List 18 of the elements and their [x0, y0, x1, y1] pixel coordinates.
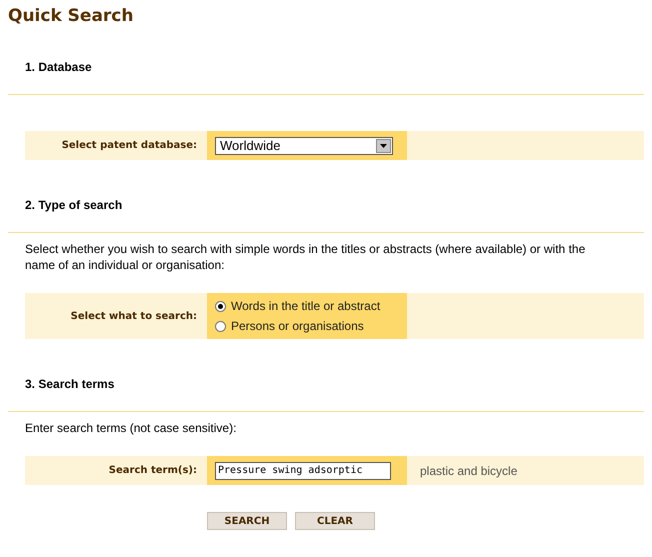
form-button[interactable]: CLEAR: [295, 512, 375, 530]
field-label: Select what to search:: [70, 310, 198, 324]
radio-button[interactable]: [215, 320, 226, 332]
example-hint: plastic and bicycle: [420, 462, 518, 480]
section-description: Enter search terms (not case sensitive):: [25, 420, 238, 436]
section-description: Select whether you wish to search with simple words in the titles or abstracts (where available) or with the name of an individual or organisation:: [25, 241, 586, 273]
section-heading: 3. Search terms: [25, 377, 116, 391]
radio-button[interactable]: [215, 300, 226, 312]
database-dropdown[interactable]: Worldwide: [215, 136, 393, 154]
form-button[interactable]: SEARCH: [207, 512, 287, 530]
radio-label[interactable]: Words in the title or abstract: [231, 299, 380, 313]
search-term-input[interactable]: Pressure swing adsorptic: [215, 462, 391, 480]
field-label: Search term(s):: [108, 464, 198, 478]
radio-label[interactable]: Persons or organisations: [231, 319, 364, 333]
section-heading: 2. Type of search: [25, 198, 124, 212]
field-label: Select patent database:: [60, 139, 198, 153]
page-title: Quick Search: [8, 6, 134, 26]
section-heading: 1. Database: [25, 60, 93, 74]
